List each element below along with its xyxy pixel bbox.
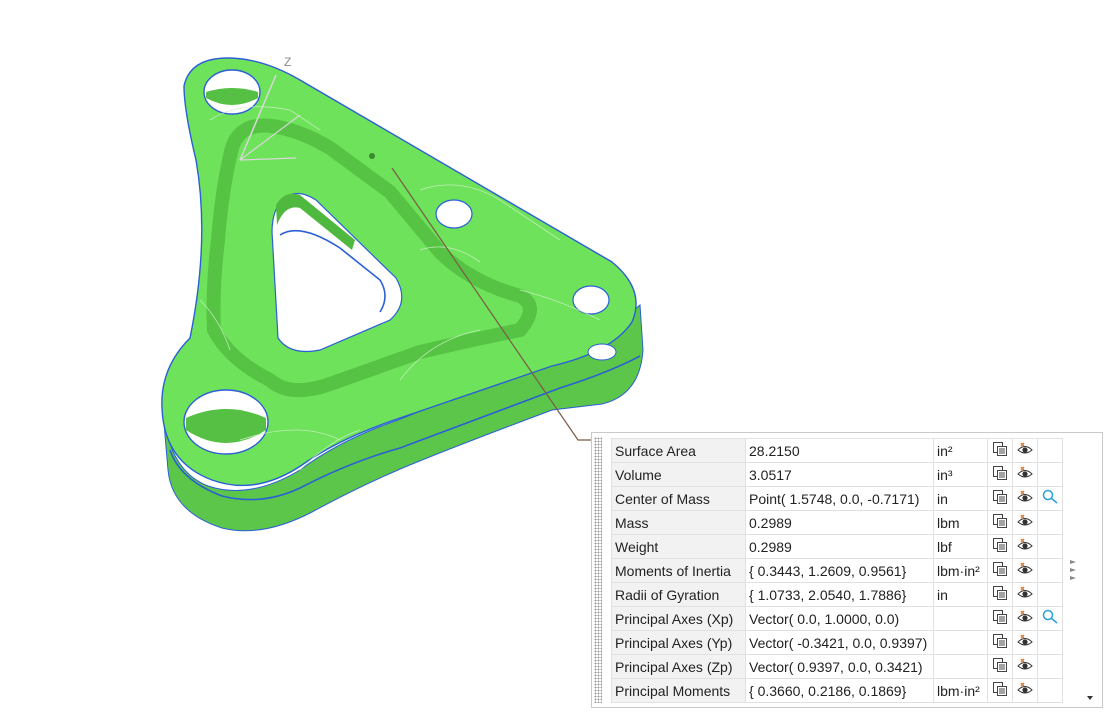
property-unit: in² xyxy=(933,438,988,463)
property-name: Mass xyxy=(611,510,746,535)
property-value[interactable]: 28.2150 xyxy=(745,438,934,463)
property-row[interactable]: Radii of Gyration{ 1.0733, 2.0540, 1.788… xyxy=(611,582,1063,607)
property-unit: in³ xyxy=(933,462,988,487)
empty-cell xyxy=(1037,582,1063,607)
show-in-view-icon[interactable] xyxy=(1012,558,1038,583)
property-value[interactable]: { 1.0733, 2.0540, 1.7886} xyxy=(745,582,934,607)
property-name: Principal Axes (Yp) xyxy=(611,630,746,655)
show-in-view-icon[interactable] xyxy=(1012,462,1038,487)
property-value[interactable]: { 0.3443, 1.2609, 0.9561} xyxy=(745,558,934,583)
property-unit xyxy=(933,606,988,631)
property-row[interactable]: Mass 0.2989 lbm xyxy=(611,510,1063,535)
copy-to-clipboard-icon[interactable] xyxy=(987,486,1013,511)
copy-to-clipboard-icon[interactable] xyxy=(987,462,1013,487)
property-unit: lbm·in² xyxy=(933,678,988,703)
property-name: Moments of Inertia xyxy=(611,558,746,583)
property-value[interactable]: Vector( 0.0, 1.0000, 0.0) xyxy=(745,606,934,631)
property-value[interactable]: Vector( 0.9397, 0.0, 0.3421) xyxy=(745,654,934,679)
show-in-view-icon[interactable] xyxy=(1012,486,1038,511)
property-unit: lbm·in² xyxy=(933,558,988,583)
empty-cell xyxy=(1037,534,1063,559)
copy-to-clipboard-icon[interactable] xyxy=(987,630,1013,655)
property-value[interactable]: Vector( -0.3421, 0.0, 0.9397) xyxy=(745,630,934,655)
show-in-view-icon[interactable] xyxy=(1012,654,1038,679)
show-in-view-icon[interactable] xyxy=(1012,510,1038,535)
copy-to-clipboard-icon[interactable] xyxy=(987,678,1013,703)
copy-to-clipboard-icon[interactable] xyxy=(987,654,1013,679)
property-unit: lbm xyxy=(933,510,988,535)
mass-properties-table: Surface Area 28.2150 in² Volume 3.0517 in³ Cen… xyxy=(611,438,1063,703)
show-in-view-icon[interactable] xyxy=(1012,606,1038,631)
copy-to-clipboard-icon[interactable] xyxy=(987,510,1013,535)
property-row[interactable]: Volume 3.0517 in³ xyxy=(611,462,1063,487)
copy-to-clipboard-icon[interactable] xyxy=(987,558,1013,583)
property-row[interactable]: Surface Area 28.2150 in² xyxy=(611,438,1063,463)
panel-drag-handle[interactable] xyxy=(594,437,602,703)
empty-cell xyxy=(1037,630,1063,655)
property-name: Center of Mass xyxy=(611,486,746,511)
show-in-view-icon[interactable] xyxy=(1012,438,1038,463)
property-row[interactable]: Principal Axes (Xp) Vector( 0.0, 1.0000, … xyxy=(611,606,1063,631)
property-name: Principal Axes (Xp) xyxy=(611,606,746,631)
copy-to-clipboard-icon[interactable] xyxy=(987,582,1013,607)
property-value[interactable]: Point( 1.5748, 0.0, -0.7171) xyxy=(745,486,934,511)
show-in-view-icon[interactable] xyxy=(1012,534,1038,559)
property-value[interactable]: 0.2989 xyxy=(745,510,934,535)
property-name: Principal Axes (Zp) xyxy=(611,654,746,679)
property-row[interactable]: Moments of Inertia{ 0.3443, 1.2609, 0.95… xyxy=(611,558,1063,583)
property-unit xyxy=(933,630,988,655)
show-in-view-icon[interactable] xyxy=(1012,678,1038,703)
empty-cell xyxy=(1037,462,1063,487)
property-row[interactable]: Principal Moments{ 0.3660, 0.2186, 0.186… xyxy=(611,678,1063,703)
expand-vector-icon[interactable] xyxy=(1037,606,1063,631)
property-unit: in xyxy=(933,582,988,607)
empty-cell xyxy=(1037,510,1063,535)
property-value[interactable]: { 0.3660, 0.2186, 0.1869} xyxy=(745,678,934,703)
property-value[interactable]: 0.2989 xyxy=(745,534,934,559)
show-in-view-icon[interactable] xyxy=(1012,630,1038,655)
property-name: Surface Area xyxy=(611,438,746,463)
show-in-view-icon[interactable] xyxy=(1012,582,1038,607)
property-row[interactable]: Weight 0.2989 lbf xyxy=(611,534,1063,559)
property-row[interactable]: Principal Axes (Yp) Vector( -0.3421, 0.0,… xyxy=(611,630,1063,655)
copy-to-clipboard-icon[interactable] xyxy=(987,534,1013,559)
panel-scroll-arrows-icon[interactable] xyxy=(1069,558,1079,584)
scroll-down-icon[interactable] xyxy=(1086,688,1094,700)
empty-cell xyxy=(1037,678,1063,703)
property-unit: in xyxy=(933,486,988,511)
empty-cell xyxy=(1037,438,1063,463)
property-unit: lbf xyxy=(933,534,988,559)
copy-to-clipboard-icon[interactable] xyxy=(987,438,1013,463)
property-row[interactable]: Center of Mass Point( 1.5748, 0.0, -0.717… xyxy=(611,486,1063,511)
empty-cell xyxy=(1037,558,1063,583)
property-name: Volume xyxy=(611,462,746,487)
empty-cell xyxy=(1037,654,1063,679)
property-unit xyxy=(933,654,988,679)
mass-properties-panel: Surface Area 28.2150 in² Volume 3.0517 in³ Cen… xyxy=(591,432,1103,708)
property-row[interactable]: Principal Axes (Zp) Vector( 0.9397, 0.0, … xyxy=(611,654,1063,679)
property-value[interactable]: 3.0517 xyxy=(745,462,934,487)
property-name: Weight xyxy=(611,534,746,559)
expand-vector-icon[interactable] xyxy=(1037,486,1063,511)
copy-to-clipboard-icon[interactable] xyxy=(987,606,1013,631)
property-name: Principal Moments xyxy=(611,678,746,703)
property-name: Radii of Gyration xyxy=(611,582,746,607)
